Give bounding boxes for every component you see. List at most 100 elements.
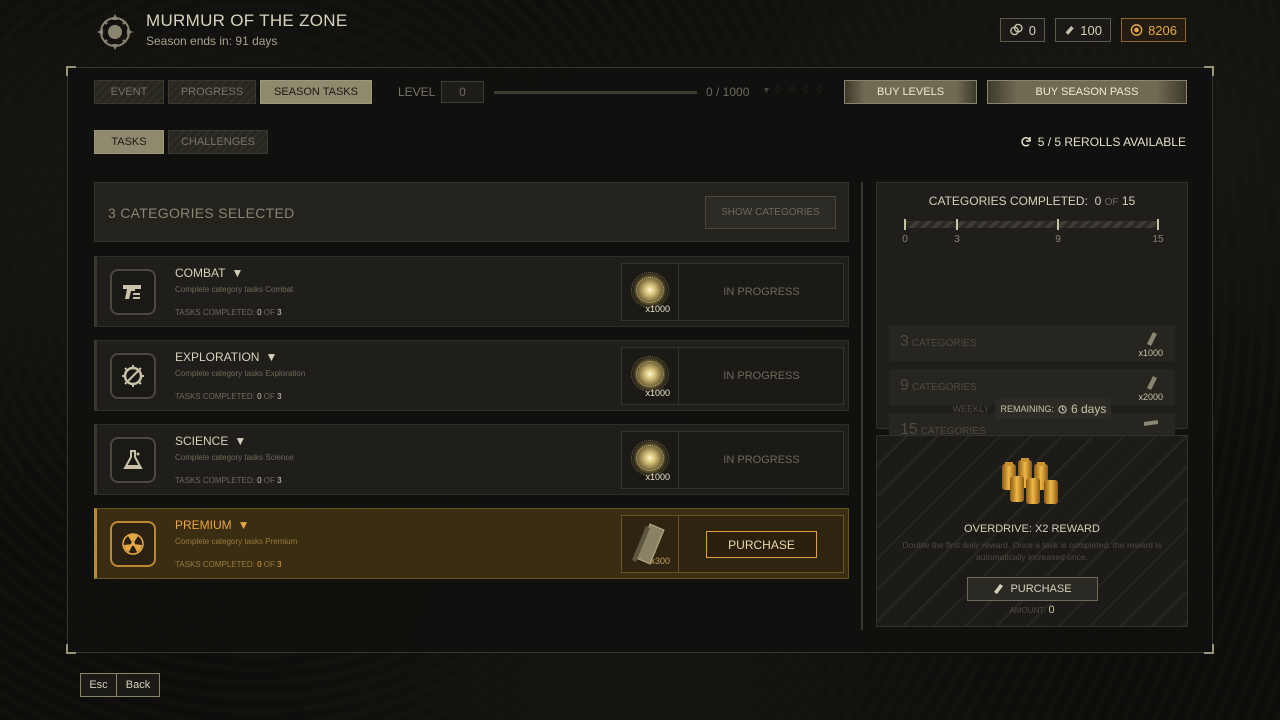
coin-currency: 8206 bbox=[1121, 18, 1186, 42]
panel-corner bbox=[66, 66, 76, 76]
subtab-tasks[interactable]: TASKS bbox=[94, 130, 164, 154]
task-reward-box: x1000 IN PROGRESS bbox=[621, 263, 844, 321]
overdrive-purchase-button[interactable]: PURCHASE bbox=[967, 577, 1098, 601]
task-row-title[interactable]: EXPLORATION ▼ bbox=[175, 350, 277, 364]
progress-tick bbox=[956, 219, 958, 230]
ticket-currency: 100 bbox=[1055, 18, 1111, 42]
tab-season-tasks[interactable]: SEASON TASKS bbox=[260, 80, 372, 104]
overdrive-panel: OVERDRIVE: X2 REWARD Double the first da… bbox=[876, 435, 1188, 627]
chevron-down-icon[interactable]: ▼ bbox=[265, 350, 277, 364]
chevron-down-icon[interactable]: ▼ bbox=[238, 518, 250, 532]
battery-cells-icon bbox=[1002, 458, 1058, 504]
level-value: 0 bbox=[441, 81, 484, 103]
task-row-count: TASKS COMPLETED: 0 OF 3 bbox=[175, 392, 282, 401]
task-row-desc: Complete category tasks Premium bbox=[175, 537, 298, 546]
task-row-desc: Complete category tasks Combat bbox=[175, 285, 294, 294]
level-progress-bar bbox=[494, 91, 697, 94]
token-count: 0 bbox=[1028, 22, 1036, 38]
reward-thumbnail: x1000 bbox=[622, 264, 679, 320]
progress-tick bbox=[1057, 219, 1059, 230]
tab-event[interactable]: EVENT bbox=[94, 80, 164, 104]
progress-tick bbox=[904, 219, 906, 230]
progress-tick-label: 0 bbox=[902, 234, 908, 245]
radiation-icon bbox=[110, 521, 156, 567]
task-row-count: TASKS COMPLETED: 0 OF 3 bbox=[175, 560, 282, 569]
tier-quantity: x1000 bbox=[1138, 348, 1163, 358]
task-row-title[interactable]: SCIENCE ▼ bbox=[175, 434, 246, 448]
overdrive-title: OVERDRIVE: X2 REWARD bbox=[964, 523, 1100, 535]
panel-corner bbox=[66, 644, 76, 654]
level-rank-icons: ▾ ♢ ♢ ♢ ♢ bbox=[764, 85, 825, 96]
overdrive-description: Double the first daily reward. Once a ta… bbox=[902, 540, 1162, 562]
subtab-challenges[interactable]: CHALLENGES bbox=[168, 130, 268, 154]
buy-season-pass-button[interactable]: BUY SEASON PASS bbox=[987, 80, 1187, 104]
token-currency: 0 bbox=[1000, 18, 1045, 42]
task-row-science[interactable]: SCIENCE ▼ Complete category tasks Scienc… bbox=[94, 424, 849, 495]
season-panel: EVENT PROGRESS SEASON TASKS LEVEL 0 0 / … bbox=[66, 66, 1214, 654]
progress-tick-label: 15 bbox=[1152, 234, 1164, 245]
task-reward-box: x1000 IN PROGRESS bbox=[621, 347, 844, 405]
level-label: LEVEL bbox=[398, 85, 436, 99]
reward-quantity: x1000 bbox=[645, 304, 670, 314]
task-reward-box: x1000 IN PROGRESS bbox=[621, 431, 844, 489]
reward-thumbnail: x300 bbox=[622, 516, 679, 572]
task-reward-box: x300 PURCHASE bbox=[621, 515, 844, 573]
buy-levels-button[interactable]: BUY LEVELS bbox=[844, 80, 977, 104]
energy-orb-icon bbox=[631, 356, 669, 392]
back-button[interactable]: Back bbox=[117, 673, 160, 697]
season-emblem-icon bbox=[95, 12, 135, 52]
progress-tick-label: 3 bbox=[954, 234, 960, 245]
task-row-desc: Complete category tasks Science bbox=[175, 453, 294, 462]
task-row-name: PREMIUM bbox=[175, 518, 232, 532]
task-row-count: TASKS COMPLETED: 0 OF 3 bbox=[175, 308, 282, 317]
booster-icon bbox=[1144, 420, 1158, 426]
ticket-icon bbox=[994, 584, 1004, 594]
tab-progress[interactable]: PROGRESS bbox=[168, 80, 256, 104]
compass-icon bbox=[110, 353, 156, 399]
task-row-title[interactable]: COMBAT ▼ bbox=[175, 266, 243, 280]
task-row-premium[interactable]: PREMIUM ▼ Complete category tasks Premiu… bbox=[94, 508, 849, 579]
categories-completed-title: CATEGORIES COMPLETED: 0 OF 15 bbox=[928, 194, 1136, 208]
task-status: IN PROGRESS bbox=[723, 370, 800, 382]
ticket-icon bbox=[1065, 25, 1074, 35]
remaining-badge: REMAINING: 6 days bbox=[995, 399, 1112, 419]
task-status: IN PROGRESS bbox=[723, 286, 800, 298]
season-title: MURMUR OF THE ZONE bbox=[146, 11, 348, 30]
reward-quantity: x1000 bbox=[645, 472, 670, 482]
reward-quantity: x300 bbox=[650, 556, 670, 566]
coin-count: 8206 bbox=[1148, 22, 1177, 38]
level-progress-text: 0 / 1000 bbox=[706, 85, 750, 99]
ticket-icon bbox=[1147, 376, 1157, 390]
progress-tick-label: 9 bbox=[1055, 234, 1061, 245]
rerolls-indicator: 5 / 5 REROLLS AVAILABLE bbox=[1020, 135, 1186, 149]
categories-completed-panel: CATEGORIES COMPLETED: 0 OF 15 0 3 9 15 3… bbox=[876, 182, 1188, 449]
clock-icon bbox=[1058, 404, 1067, 414]
ticket-count: 100 bbox=[1080, 22, 1102, 38]
progress-tick bbox=[1157, 219, 1159, 230]
task-status: IN PROGRESS bbox=[723, 454, 800, 466]
reward-quantity: x1000 bbox=[645, 388, 670, 398]
task-row-combat[interactable]: COMBAT ▼ Complete category tasks Combat … bbox=[94, 256, 849, 327]
esc-key-button[interactable]: Esc bbox=[80, 673, 117, 697]
overdrive-amount: AMOUNT: 0 bbox=[1009, 604, 1055, 616]
gun-icon bbox=[110, 269, 156, 315]
ticket-icon bbox=[1147, 332, 1157, 346]
weekly-timer: WEEKLY REMAINING: 6 days bbox=[876, 399, 1188, 419]
chevron-down-icon[interactable]: ▼ bbox=[234, 434, 246, 448]
task-row-title[interactable]: PREMIUM ▼ bbox=[175, 518, 250, 532]
task-row-exploration[interactable]: EXPLORATION ▼ Complete category tasks Ex… bbox=[94, 340, 849, 411]
bottom-nav: Esc Back bbox=[80, 673, 160, 697]
premium-purchase-button[interactable]: PURCHASE bbox=[706, 531, 817, 558]
season-header: MURMUR OF THE ZONE Season ends in: 91 da… bbox=[95, 10, 1190, 54]
coin-icon bbox=[1130, 24, 1143, 36]
reward-thumbnail: x1000 bbox=[622, 348, 679, 404]
rerolls-text: 5 / 5 REROLLS AVAILABLE bbox=[1037, 135, 1186, 149]
categories-progress-track bbox=[904, 221, 1159, 228]
season-timer: Season ends in: 91 days bbox=[146, 34, 278, 48]
show-categories-button[interactable]: SHOW CATEGORIES bbox=[705, 196, 836, 229]
energy-orb-icon bbox=[631, 272, 669, 308]
chevron-down-icon[interactable]: ▼ bbox=[231, 266, 243, 280]
energy-orb-icon bbox=[631, 440, 669, 476]
flask-icon bbox=[110, 437, 156, 483]
token-icon bbox=[1010, 23, 1023, 36]
